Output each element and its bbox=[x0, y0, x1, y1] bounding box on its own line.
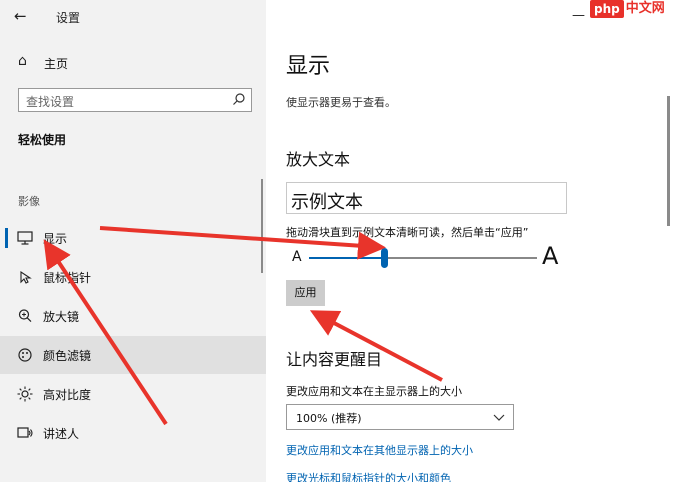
watermark: php 中文网 bbox=[590, 0, 665, 20]
magnifier-icon bbox=[18, 309, 32, 323]
title-bar: ← 设置 bbox=[0, 0, 266, 32]
back-arrow-icon[interactable]: ← bbox=[14, 7, 27, 25]
slider-thumb[interactable] bbox=[381, 248, 389, 268]
sidebar-item-label: 鼠标指针 bbox=[43, 271, 92, 285]
text-size-slider[interactable] bbox=[309, 257, 537, 259]
search-placeholder: 查找设置 bbox=[26, 95, 75, 109]
apply-button[interactable]: 应用 bbox=[286, 280, 325, 306]
other-displays-link[interactable]: 更改应用和文本在其他显示器上的大小 bbox=[286, 442, 473, 458]
scale-dropdown[interactable]: 100% (推荐) bbox=[286, 404, 514, 430]
chevron-down-icon bbox=[493, 414, 505, 421]
slider-fill bbox=[309, 257, 385, 259]
sidebar-scrollbar[interactable] bbox=[261, 179, 263, 273]
color-filter-icon bbox=[18, 348, 32, 362]
main-scrollbar[interactable] bbox=[667, 96, 670, 226]
monitor-icon bbox=[17, 231, 33, 245]
sample-text: 示例文本 bbox=[291, 192, 363, 213]
make-everything-bigger-heading: 让内容更醒目 bbox=[286, 350, 383, 369]
high-contrast-icon bbox=[17, 386, 33, 402]
sidebar-item-color-filters[interactable]: 颜色滤镜 bbox=[0, 336, 266, 374]
sidebar-group-label: 影像 bbox=[18, 195, 40, 208]
sidebar-item-magnifier[interactable]: 放大镜 bbox=[0, 297, 266, 335]
watermark-text: 中文网 bbox=[625, 1, 665, 16]
settings-sidebar: ← 设置 ⌂ 主页 查找设置 轻松使用 影像 显示 鼠标指针 放大镜 颜色滤镜 … bbox=[0, 0, 266, 482]
narrator-icon bbox=[17, 427, 33, 438]
minimize-icon[interactable]: — bbox=[572, 8, 585, 23]
sidebar-section-title: 轻松使用 bbox=[18, 133, 67, 147]
enlarge-text-heading: 放大文本 bbox=[286, 150, 351, 169]
active-indicator bbox=[5, 228, 8, 248]
scale-selected-value: 100% (推荐) bbox=[296, 412, 362, 425]
sidebar-item-label: 讲述人 bbox=[43, 427, 80, 441]
home-label: 主页 bbox=[44, 57, 69, 71]
sidebar-item-high-contrast[interactable]: 高对比度 bbox=[0, 375, 266, 413]
sidebar-item-label: 高对比度 bbox=[43, 388, 92, 402]
large-a-label: A bbox=[542, 242, 559, 270]
page-title: 显示 bbox=[286, 54, 331, 79]
page-description: 使显示器更易于查看。 bbox=[286, 96, 396, 109]
display-settings-page: 显示 使显示器更易于查看。 放大文本 示例文本 拖动滑块直到示例文本清晰可读，然… bbox=[266, 0, 676, 482]
sidebar-item-mouse-pointer[interactable]: 鼠标指针 bbox=[0, 258, 266, 296]
scale-label: 更改应用和文本在主显示器上的大小 bbox=[286, 385, 462, 398]
sample-text-box: 示例文本 bbox=[286, 182, 567, 214]
home-nav-item[interactable]: ⌂ 主页 bbox=[0, 50, 266, 76]
slider-hint: 拖动滑块直到示例文本清晰可读，然后单击“应用” bbox=[286, 226, 529, 239]
sidebar-item-label: 颜色滤镜 bbox=[43, 349, 92, 363]
sidebar-item-label: 显示 bbox=[43, 232, 68, 246]
search-icon[interactable] bbox=[232, 92, 246, 106]
mouse-pointer-icon bbox=[20, 270, 32, 284]
small-a-label: A bbox=[292, 249, 302, 265]
sidebar-item-display[interactable]: 显示 bbox=[0, 219, 266, 257]
window-title: 设置 bbox=[56, 11, 81, 25]
watermark-badge: php bbox=[590, 0, 624, 18]
sidebar-item-label: 放大镜 bbox=[43, 310, 80, 324]
cursor-size-link[interactable]: 更改光标和鼠标指针的大小和颜色 bbox=[286, 470, 451, 482]
settings-search-box[interactable]: 查找设置 bbox=[18, 88, 252, 112]
home-icon: ⌂ bbox=[18, 53, 27, 69]
sidebar-item-narrator[interactable]: 讲述人 bbox=[0, 414, 266, 452]
